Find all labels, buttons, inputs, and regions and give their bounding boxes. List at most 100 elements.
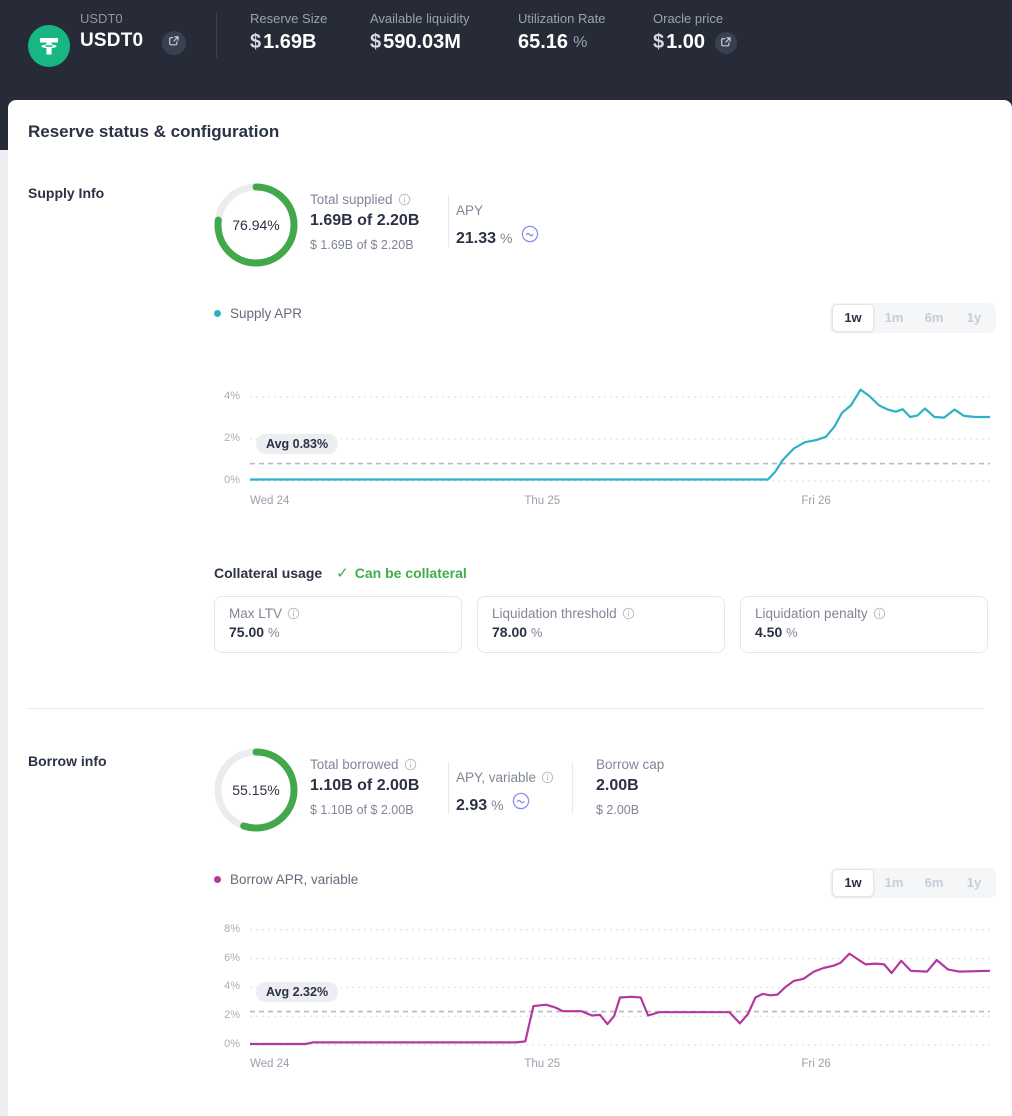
y-axis-tick: 0% [202, 1038, 240, 1050]
timeframe-option-1y[interactable]: 1y [954, 870, 994, 896]
divider [448, 195, 449, 247]
supply-apr-chart: 0% 2% 4% Wed 24 Thu 25 Fri 26 Avg 0.83% [202, 375, 1002, 520]
borrow-cap-label: Borrow cap [596, 757, 664, 772]
y-axis-tick: 4% [202, 980, 240, 992]
borrow-apr-legend: Borrow APR, variable [214, 872, 358, 887]
average-label-pill: Avg 2.32% [256, 982, 338, 1002]
chart-plot-area [250, 928, 990, 1054]
y-axis-tick: 2% [202, 1009, 240, 1021]
liquidation-penalty-value: 4.50 % [755, 624, 973, 640]
stat-available-liquidity: Available liquidity $590.03M [370, 11, 470, 54]
borrow-apy-label: APY, variable [456, 770, 554, 785]
stat-label: Oracle price [653, 11, 737, 26]
liquidation-threshold-label: Liquidation threshold [492, 606, 710, 621]
percent-sign: % [268, 625, 280, 640]
percent-sign: % [573, 34, 587, 52]
timeframe-option-1w[interactable]: 1w [832, 304, 874, 332]
percent-sign: % [786, 625, 798, 640]
liquidation-penalty-label: Liquidation penalty [755, 606, 973, 621]
total-supplied-usd: $ 1.69B of $ 2.20B [310, 238, 414, 252]
info-icon[interactable] [622, 607, 635, 620]
max-ltv-value: 75.00 % [229, 624, 447, 640]
stat-value: 65.16 [518, 31, 568, 54]
timeframe-option-1w[interactable]: 1w [832, 869, 874, 897]
stat-oracle-price: Oracle price $1.00 [653, 11, 737, 54]
token-external-link-button[interactable] [162, 31, 186, 55]
divider [572, 762, 573, 814]
section-divider [28, 708, 984, 709]
collateral-usage-title: Collateral usage [214, 565, 322, 581]
average-label-pill: Avg 0.83% [256, 434, 338, 454]
timeframe-option-1y[interactable]: 1y [954, 305, 994, 331]
info-icon[interactable] [873, 607, 886, 620]
supply-apy-value: 21.33% [456, 225, 539, 248]
borrow-timeframe-selector: 1w1m6m1y [830, 868, 996, 898]
total-borrowed-value: 1.10B of 2.00B [310, 777, 419, 795]
token-name: USDT0 [80, 30, 143, 52]
x-axis-tick: Fri 26 [801, 495, 830, 507]
percent-sign: % [500, 230, 512, 246]
supply-apr-legend-dot [214, 310, 221, 317]
collateral-usage-header: Collateral usage ✓ Can be collateral [214, 564, 467, 582]
total-borrowed-label: Total borrowed [310, 757, 417, 772]
timeframe-option-6m[interactable]: 6m [914, 870, 954, 896]
borrow-donut-chart: 55.15% [214, 748, 298, 832]
info-icon[interactable] [287, 607, 300, 620]
liquidation-threshold-value: 78.00 % [492, 624, 710, 640]
chart-plot-area [250, 375, 990, 491]
x-axis-tick: Wed 24 [250, 495, 289, 507]
timeframe-option-1m[interactable]: 1m [874, 305, 914, 331]
x-axis-tick: Wed 24 [250, 1058, 289, 1070]
supply-apr-legend: Supply APR [214, 306, 302, 321]
stat-label: Reserve Size [250, 11, 327, 26]
borrow-apr-legend-label: Borrow APR, variable [230, 872, 358, 887]
y-axis-tick: 6% [202, 952, 240, 964]
borrow-cap-usd: $ 2.00B [596, 803, 639, 817]
percent-sign: % [531, 625, 543, 640]
x-axis-tick: Thu 25 [524, 1058, 560, 1070]
total-supplied-label: Total supplied [310, 192, 411, 207]
info-icon[interactable] [404, 758, 417, 771]
oracle-external-link-button[interactable] [715, 32, 737, 54]
borrow-info-label: Borrow info [28, 753, 107, 769]
stat-value: 590.03M [383, 31, 461, 54]
stat-value: 1.69B [263, 31, 316, 54]
stat-label: Available liquidity [370, 11, 470, 26]
tether-token-icon [28, 25, 70, 67]
external-link-icon [168, 34, 180, 52]
check-icon: ✓ [336, 564, 349, 582]
max-ltv-box: Max LTV 75.00 % [214, 596, 462, 653]
info-icon[interactable] [398, 193, 411, 206]
supply-info-label: Supply Info [28, 185, 104, 201]
timeframe-option-6m[interactable]: 6m [914, 305, 954, 331]
y-axis-tick: 2% [202, 432, 240, 444]
stat-reserve-size: Reserve Size $1.69B [250, 11, 327, 54]
total-supplied-value: 1.69B of 2.20B [310, 212, 419, 230]
supply-timeframe-selector: 1w1m6m1y [830, 303, 996, 333]
y-axis-tick: 8% [202, 923, 240, 935]
supply-apy-label: APY [456, 203, 483, 218]
supply-donut-value: 76.94% [214, 183, 298, 267]
stat-value: 1.00 [666, 31, 705, 54]
y-axis-tick: 4% [202, 390, 240, 402]
variable-rate-icon[interactable] [521, 225, 539, 243]
reserve-status-card: Reserve status & configuration Supply In… [8, 100, 1012, 1116]
timeframe-option-1m[interactable]: 1m [874, 870, 914, 896]
info-icon[interactable] [541, 771, 554, 784]
borrow-apr-legend-dot [214, 876, 221, 883]
liquidation-penalty-box: Liquidation penalty 4.50 % [740, 596, 988, 653]
currency-symbol: $ [250, 31, 261, 54]
supply-apr-legend-label: Supply APR [230, 306, 302, 321]
borrow-apr-chart: 0%2%4%6%8%Wed 24Thu 25Fri 26Avg 2.32% [202, 928, 1002, 1093]
total-borrowed-usd: $ 1.10B of $ 2.00B [310, 803, 414, 817]
header-divider [216, 12, 217, 58]
borrow-donut-value: 55.15% [214, 748, 298, 832]
page-title: Reserve status & configuration [28, 122, 279, 142]
y-axis-tick: 0% [202, 474, 240, 486]
x-axis-tick: Fri 26 [801, 1058, 830, 1070]
borrow-apy-value: 2.93% [456, 792, 530, 815]
variable-rate-icon[interactable] [512, 792, 530, 810]
divider [448, 762, 449, 814]
currency-symbol: $ [653, 31, 664, 54]
x-axis-tick: Thu 25 [524, 495, 560, 507]
